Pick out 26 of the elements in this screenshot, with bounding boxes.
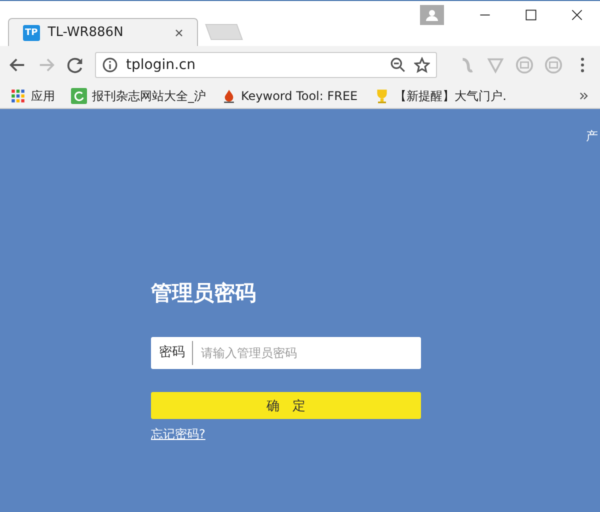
url-text: tplogin.cn: [126, 57, 197, 73]
password-field[interactable]: 请输入管理员密码: [193, 337, 421, 369]
star-icon[interactable]: [414, 57, 430, 73]
bookmark[interactable]: 报刊杂志网站大全_沪: [71, 88, 206, 104]
browser-tab[interactable]: TP TL-WR886N: [8, 18, 198, 46]
tab-favicon: TP: [23, 24, 40, 40]
info-icon: [102, 57, 118, 73]
close-icon[interactable]: [173, 26, 185, 38]
apps-icon[interactable]: [10, 88, 26, 104]
forgot-password-link[interactable]: 忘记密码?: [151, 426, 206, 443]
bookmark[interactable]: 【新提醒】大气门户.: [374, 88, 506, 104]
flame-icon[interactable]: [222, 88, 236, 104]
field-label: 密码: [151, 337, 193, 369]
cut-text: 产: [586, 128, 598, 145]
tab-title: TL-WR886N: [48, 25, 124, 40]
maximize-icon[interactable]: [525, 9, 537, 21]
bookmark[interactable]: Keyword Tool: FREE: [222, 88, 358, 104]
close-icon[interactable]: [571, 9, 583, 21]
reload-icon[interactable]: [66, 55, 85, 75]
refresh-leaf-icon[interactable]: [71, 88, 87, 104]
zoom-out-icon[interactable]: [390, 57, 406, 73]
chevron-icon[interactable]: [578, 90, 590, 102]
address-bar[interactable]: tplogin.cn: [95, 52, 437, 78]
bookmark[interactable]: 应用: [10, 88, 55, 104]
confirm-button[interactable]: 确 定: [151, 392, 421, 419]
page-title: 管理员密码: [151, 280, 257, 307]
